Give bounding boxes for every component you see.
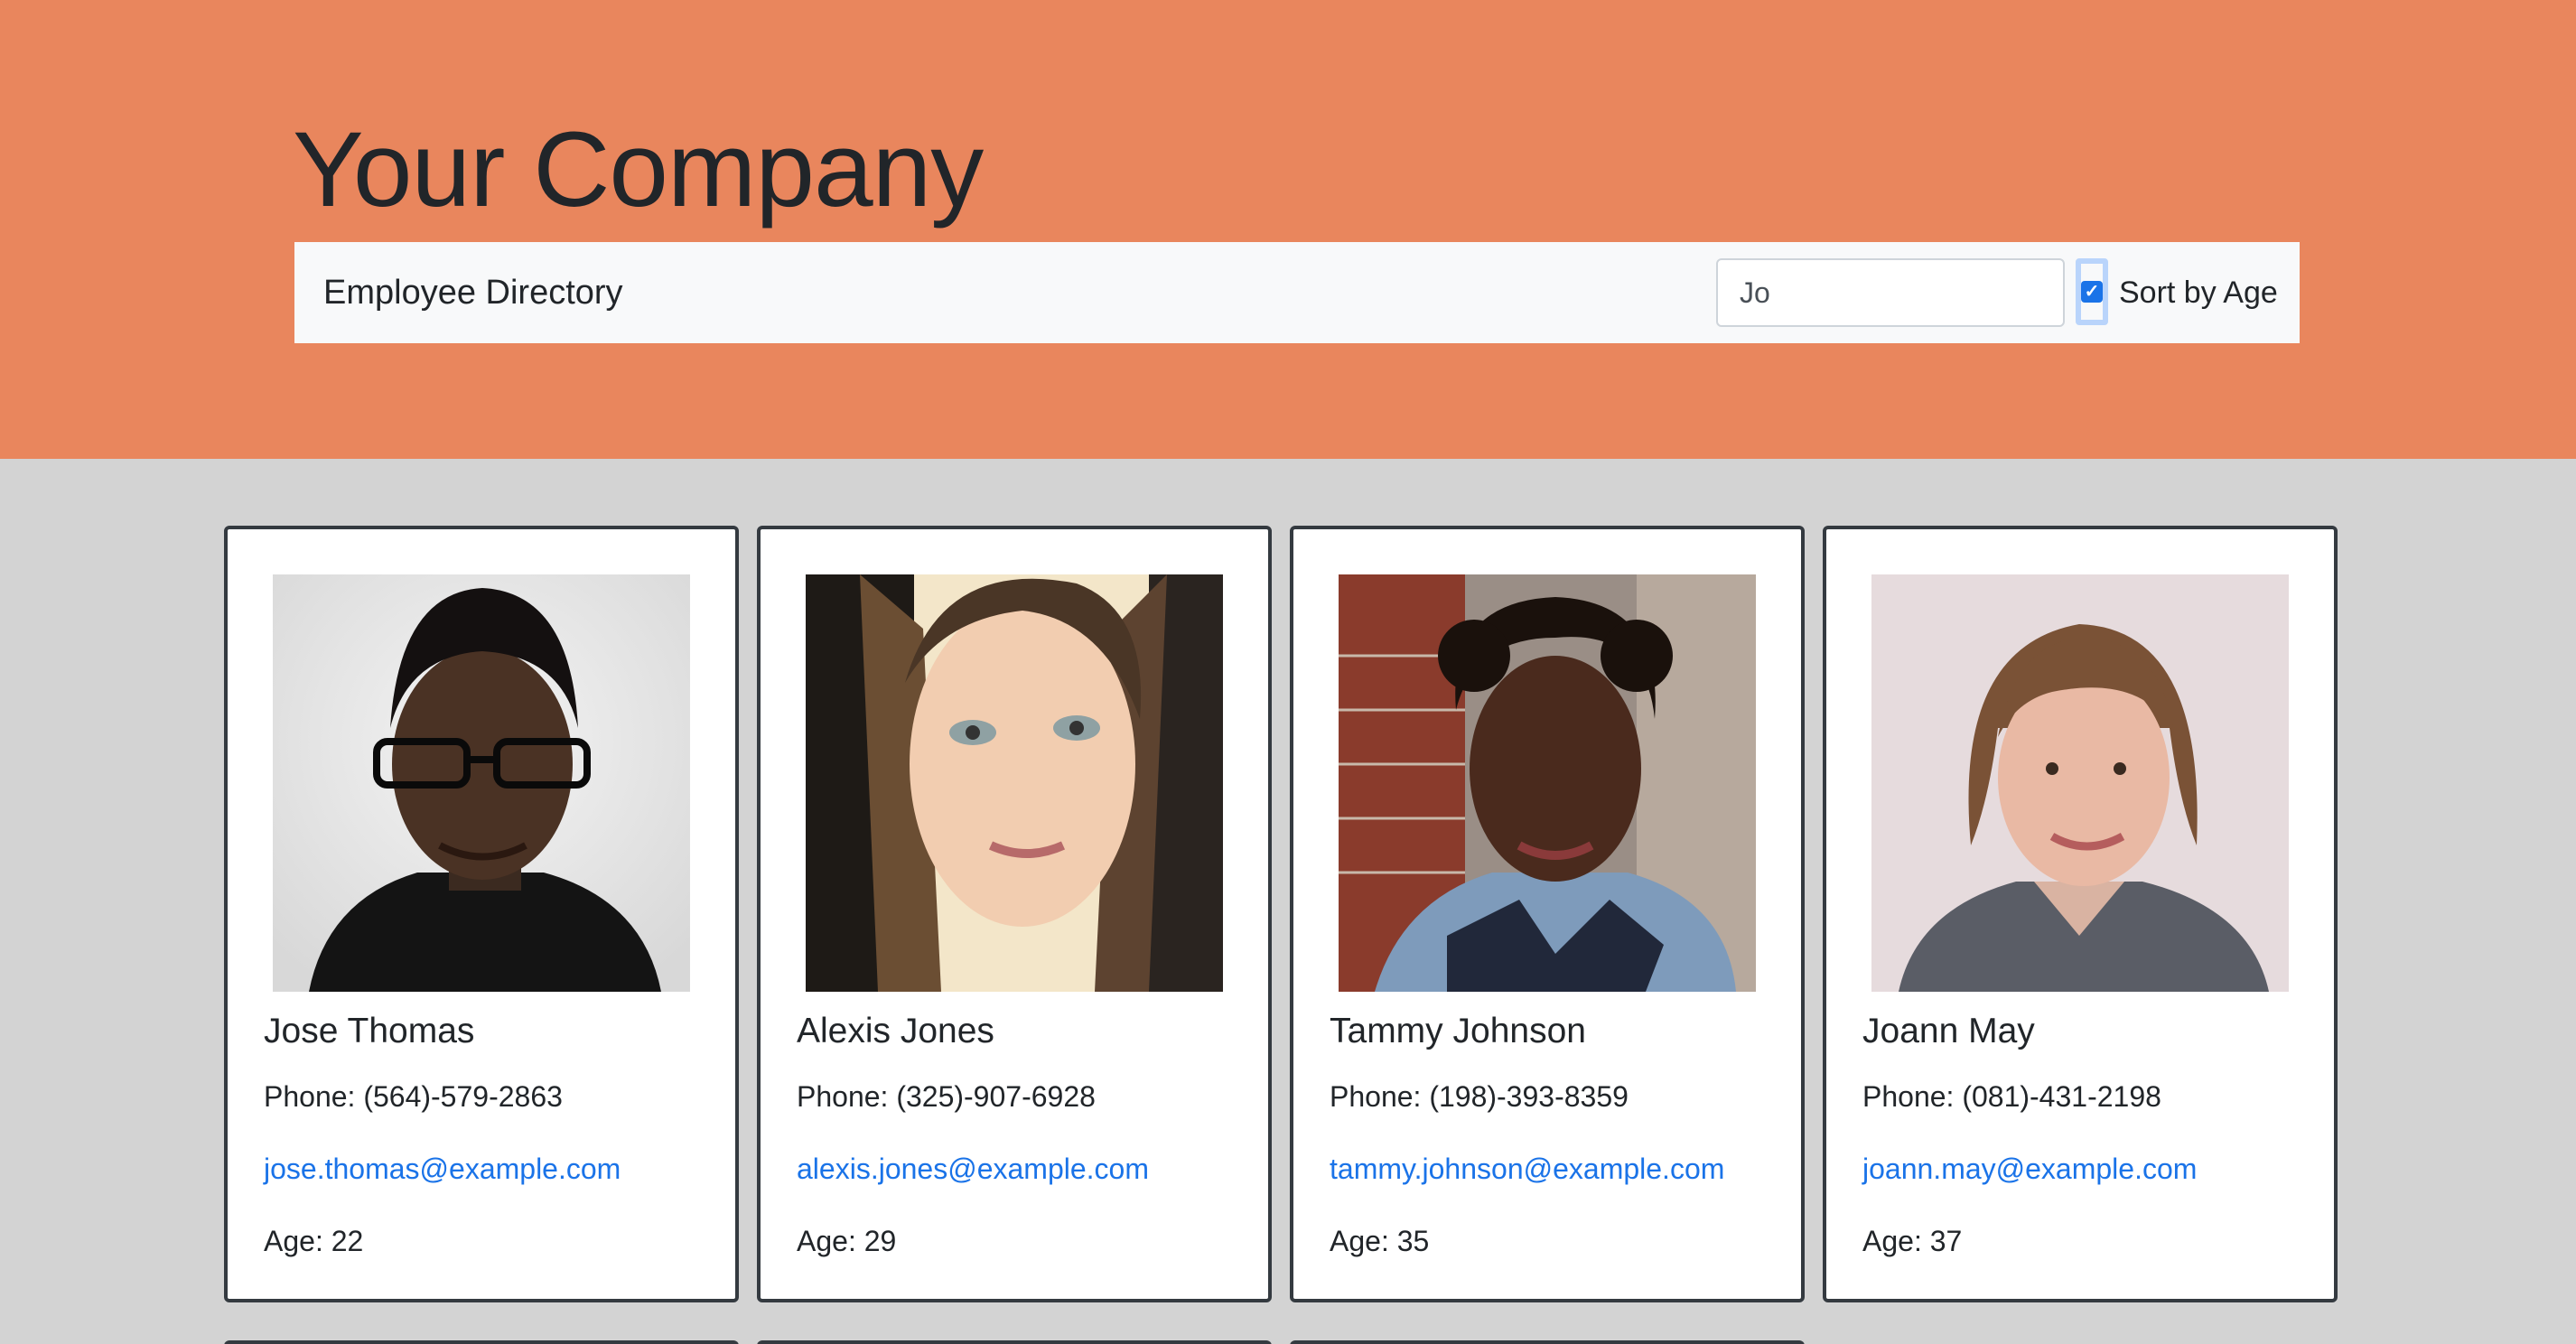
employee-photo [806, 574, 1223, 992]
employee-phone: Phone: (325)-907-6928 [797, 1080, 1096, 1113]
person-photo-icon [273, 574, 690, 992]
checkmark-icon: ✓ [2081, 281, 2103, 303]
person-photo-icon [806, 574, 1223, 992]
employee-age: Age: 29 [797, 1225, 897, 1257]
employee-photo [1871, 574, 2289, 992]
employee-phone: Phone: (564)-579-2863 [264, 1080, 563, 1113]
employee-email-link[interactable]: tammy.johnson@example.com [1330, 1153, 1724, 1186]
employee-card: Jose Thomas Phone: (564)-579-2863 jose.t… [224, 526, 739, 1302]
employee-age: Age: 22 [264, 1225, 364, 1257]
employee-phone: Phone: (081)-431-2198 [1862, 1080, 2161, 1113]
employee-email-link[interactable]: alexis.jones@example.com [797, 1153, 1149, 1186]
employee-card: Alexis Jones Phone: (325)-907-6928 alexi… [757, 526, 1272, 1302]
employee-name: Tammy Johnson [1330, 1012, 1586, 1050]
search-input[interactable] [1716, 258, 2065, 327]
sort-by-age-label[interactable]: Sort by Age [2119, 242, 2278, 343]
employee-phone: Phone: (198)-393-8359 [1330, 1080, 1629, 1113]
person-photo-icon [1339, 574, 1756, 992]
employee-card-partial [757, 1340, 1272, 1344]
employee-name: Alexis Jones [797, 1012, 994, 1050]
navbar: Employee Directory ✓ Sort by Age [294, 242, 2300, 343]
employee-age: Age: 37 [1862, 1225, 1963, 1257]
employee-age: Age: 35 [1330, 1225, 1430, 1257]
company-title: Your Company [293, 110, 984, 229]
employee-card-partial [1290, 1340, 1805, 1344]
employee-name: Joann May [1862, 1012, 2035, 1050]
person-photo-icon [1871, 574, 2289, 992]
employee-photo [1339, 574, 1756, 992]
employee-card: Joann May Phone: (081)-431-2198 joann.ma… [1823, 526, 2338, 1302]
employee-name: Jose Thomas [264, 1012, 475, 1050]
employee-email-link[interactable]: joann.may@example.com [1862, 1153, 2197, 1186]
header-jumbotron: Your Company Employee Directory ✓ Sort b… [0, 0, 2576, 459]
employee-email-link[interactable]: jose.thomas@example.com [264, 1153, 621, 1186]
employee-photo [273, 574, 690, 992]
navbar-brand[interactable]: Employee Directory [323, 242, 623, 343]
sort-by-age-checkbox[interactable]: ✓ [2076, 258, 2108, 325]
employee-card: Tammy Johnson Phone: (198)-393-8359 tamm… [1290, 526, 1805, 1302]
employee-card-partial [224, 1340, 739, 1344]
